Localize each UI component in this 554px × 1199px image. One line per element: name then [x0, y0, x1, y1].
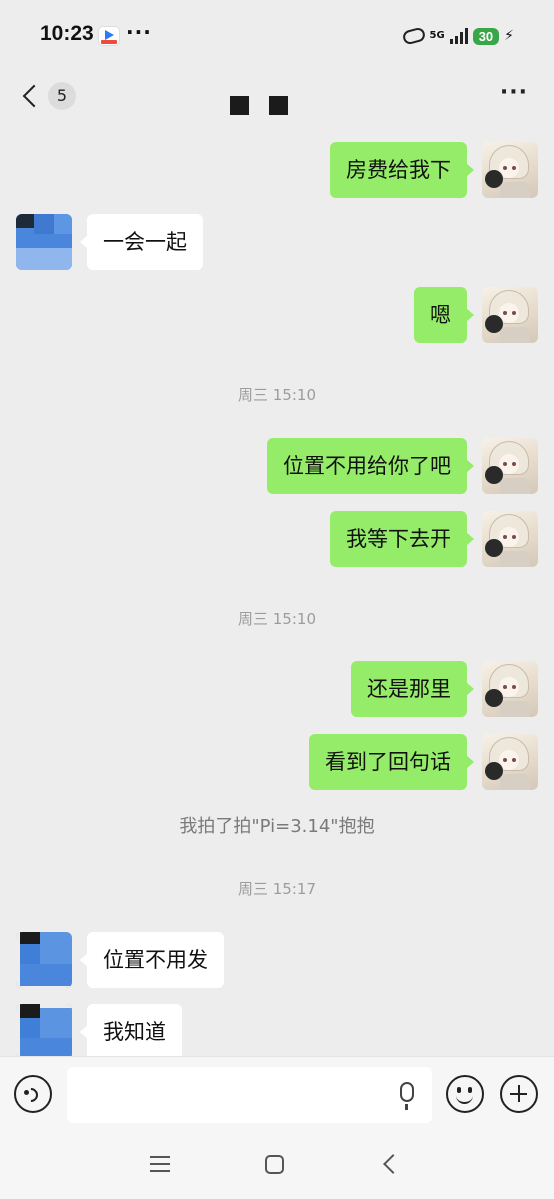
video-app-icon: [98, 26, 120, 46]
my-avatar[interactable]: [482, 438, 538, 494]
message-timestamp: 周三 15:10: [238, 610, 316, 628]
contact-avatar[interactable]: [16, 214, 72, 270]
sent-message-bubble[interactable]: 我等下去开: [330, 511, 474, 567]
contact-avatar[interactable]: [16, 932, 72, 988]
battery-level: 30: [472, 27, 500, 45]
status-time: 10:23: [40, 22, 94, 45]
contact-avatar[interactable]: [16, 1004, 72, 1056]
chat-header: 5 ···: [0, 70, 554, 132]
chat-title-redacted: [230, 96, 288, 115]
my-avatar[interactable]: [482, 511, 538, 567]
microphone-icon[interactable]: [400, 1082, 414, 1110]
network-type: 5G: [429, 30, 445, 41]
message-input-bar: [0, 1056, 554, 1132]
signal-icon: [449, 28, 468, 44]
received-message-bubble[interactable]: 我知道: [80, 1004, 182, 1056]
more-options-button[interactable]: ···: [500, 80, 528, 105]
back-button[interactable]: 5: [18, 82, 76, 110]
received-message-bubble[interactable]: 一会一起: [80, 214, 203, 270]
unread-count-badge: 5: [48, 82, 76, 110]
message-timestamp: 周三 15:10: [238, 386, 316, 404]
message-timestamp: 周三 15:17: [238, 880, 316, 898]
my-avatar[interactable]: [482, 661, 538, 717]
received-message-bubble[interactable]: 位置不用发: [80, 932, 224, 988]
hd-call-icon: [401, 26, 426, 46]
sent-message-bubble[interactable]: 还是那里: [351, 661, 474, 717]
charging-icon: ⚡: [504, 28, 514, 44]
plus-icon[interactable]: [500, 1075, 538, 1113]
status-bar: 10:23 ··· 5G 30 ⚡: [0, 0, 554, 70]
my-avatar[interactable]: [482, 287, 538, 343]
system-back-icon[interactable]: [383, 1154, 403, 1174]
system-pat-message[interactable]: 我拍了拍"Pi=3.14"抱抱: [0, 812, 554, 838]
system-navigation-bar: [0, 1132, 554, 1199]
status-more-indicator: ···: [126, 20, 152, 44]
redaction-block: [269, 96, 288, 115]
recent-apps-icon[interactable]: [150, 1156, 170, 1172]
status-indicators: 5G 30 ⚡: [401, 24, 514, 48]
redaction-block: [230, 96, 249, 115]
sent-message-bubble[interactable]: 看到了回句话: [309, 734, 474, 790]
back-chevron-icon: [22, 84, 46, 108]
emoji-icon[interactable]: [446, 1075, 484, 1113]
my-avatar[interactable]: [482, 142, 538, 198]
my-avatar[interactable]: [482, 734, 538, 790]
message-input[interactable]: [67, 1067, 432, 1123]
sent-message-bubble[interactable]: 房费给我下: [330, 142, 474, 198]
home-icon[interactable]: [265, 1155, 284, 1174]
voice-icon[interactable]: [14, 1075, 52, 1113]
sent-message-bubble[interactable]: 嗯: [414, 287, 474, 343]
sent-message-bubble[interactable]: 位置不用给你了吧: [267, 438, 474, 494]
message-list[interactable]: 房费给我下 一会一起 嗯 周三 15:10 位置不用给你了吧 我等下去开 周三 …: [0, 132, 554, 1056]
